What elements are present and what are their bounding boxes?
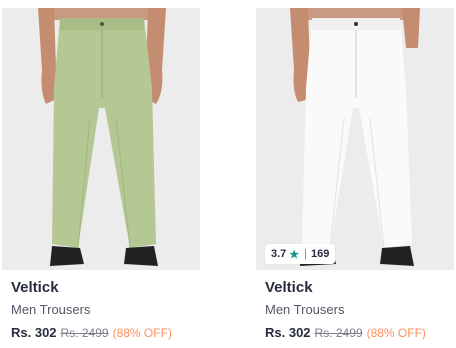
product-brand[interactable]: Veltick — [265, 279, 313, 296]
product-mrp: Rs. 2499 — [60, 326, 109, 340]
product-discount: (88% OFF) — [366, 326, 426, 340]
rating-badge: 3.7 ★ | 169 — [265, 244, 336, 264]
star-icon: ★ — [289, 248, 300, 261]
product-price: Rs. 302 — [11, 325, 57, 340]
product-mrp: Rs. 2499 — [314, 326, 363, 340]
product-name[interactable]: Men Trousers — [11, 302, 90, 317]
rating-divider: | — [304, 248, 308, 260]
rating-count: 169 — [311, 248, 330, 260]
product-card[interactable]: 3.7 ★ | 169 Veltick Men Trousers Rs. 302… — [256, 8, 454, 343]
product-discount: (88% OFF) — [112, 326, 172, 340]
product-price: Rs. 302 — [265, 325, 311, 340]
product-card[interactable]: Veltick Men Trousers Rs. 302 Rs. 2499 (88%… — [2, 8, 200, 343]
price-row: Rs. 302 Rs. 2499 (88% OFF) — [11, 325, 172, 340]
price-row: Rs. 302 Rs. 2499 (88% OFF) — [265, 325, 426, 340]
product-brand[interactable]: Veltick — [11, 279, 59, 296]
product-name[interactable]: Men Trousers — [265, 302, 344, 317]
product-image[interactable] — [2, 8, 200, 270]
rating-value: 3.7 — [271, 248, 287, 260]
product-image[interactable] — [256, 8, 454, 270]
